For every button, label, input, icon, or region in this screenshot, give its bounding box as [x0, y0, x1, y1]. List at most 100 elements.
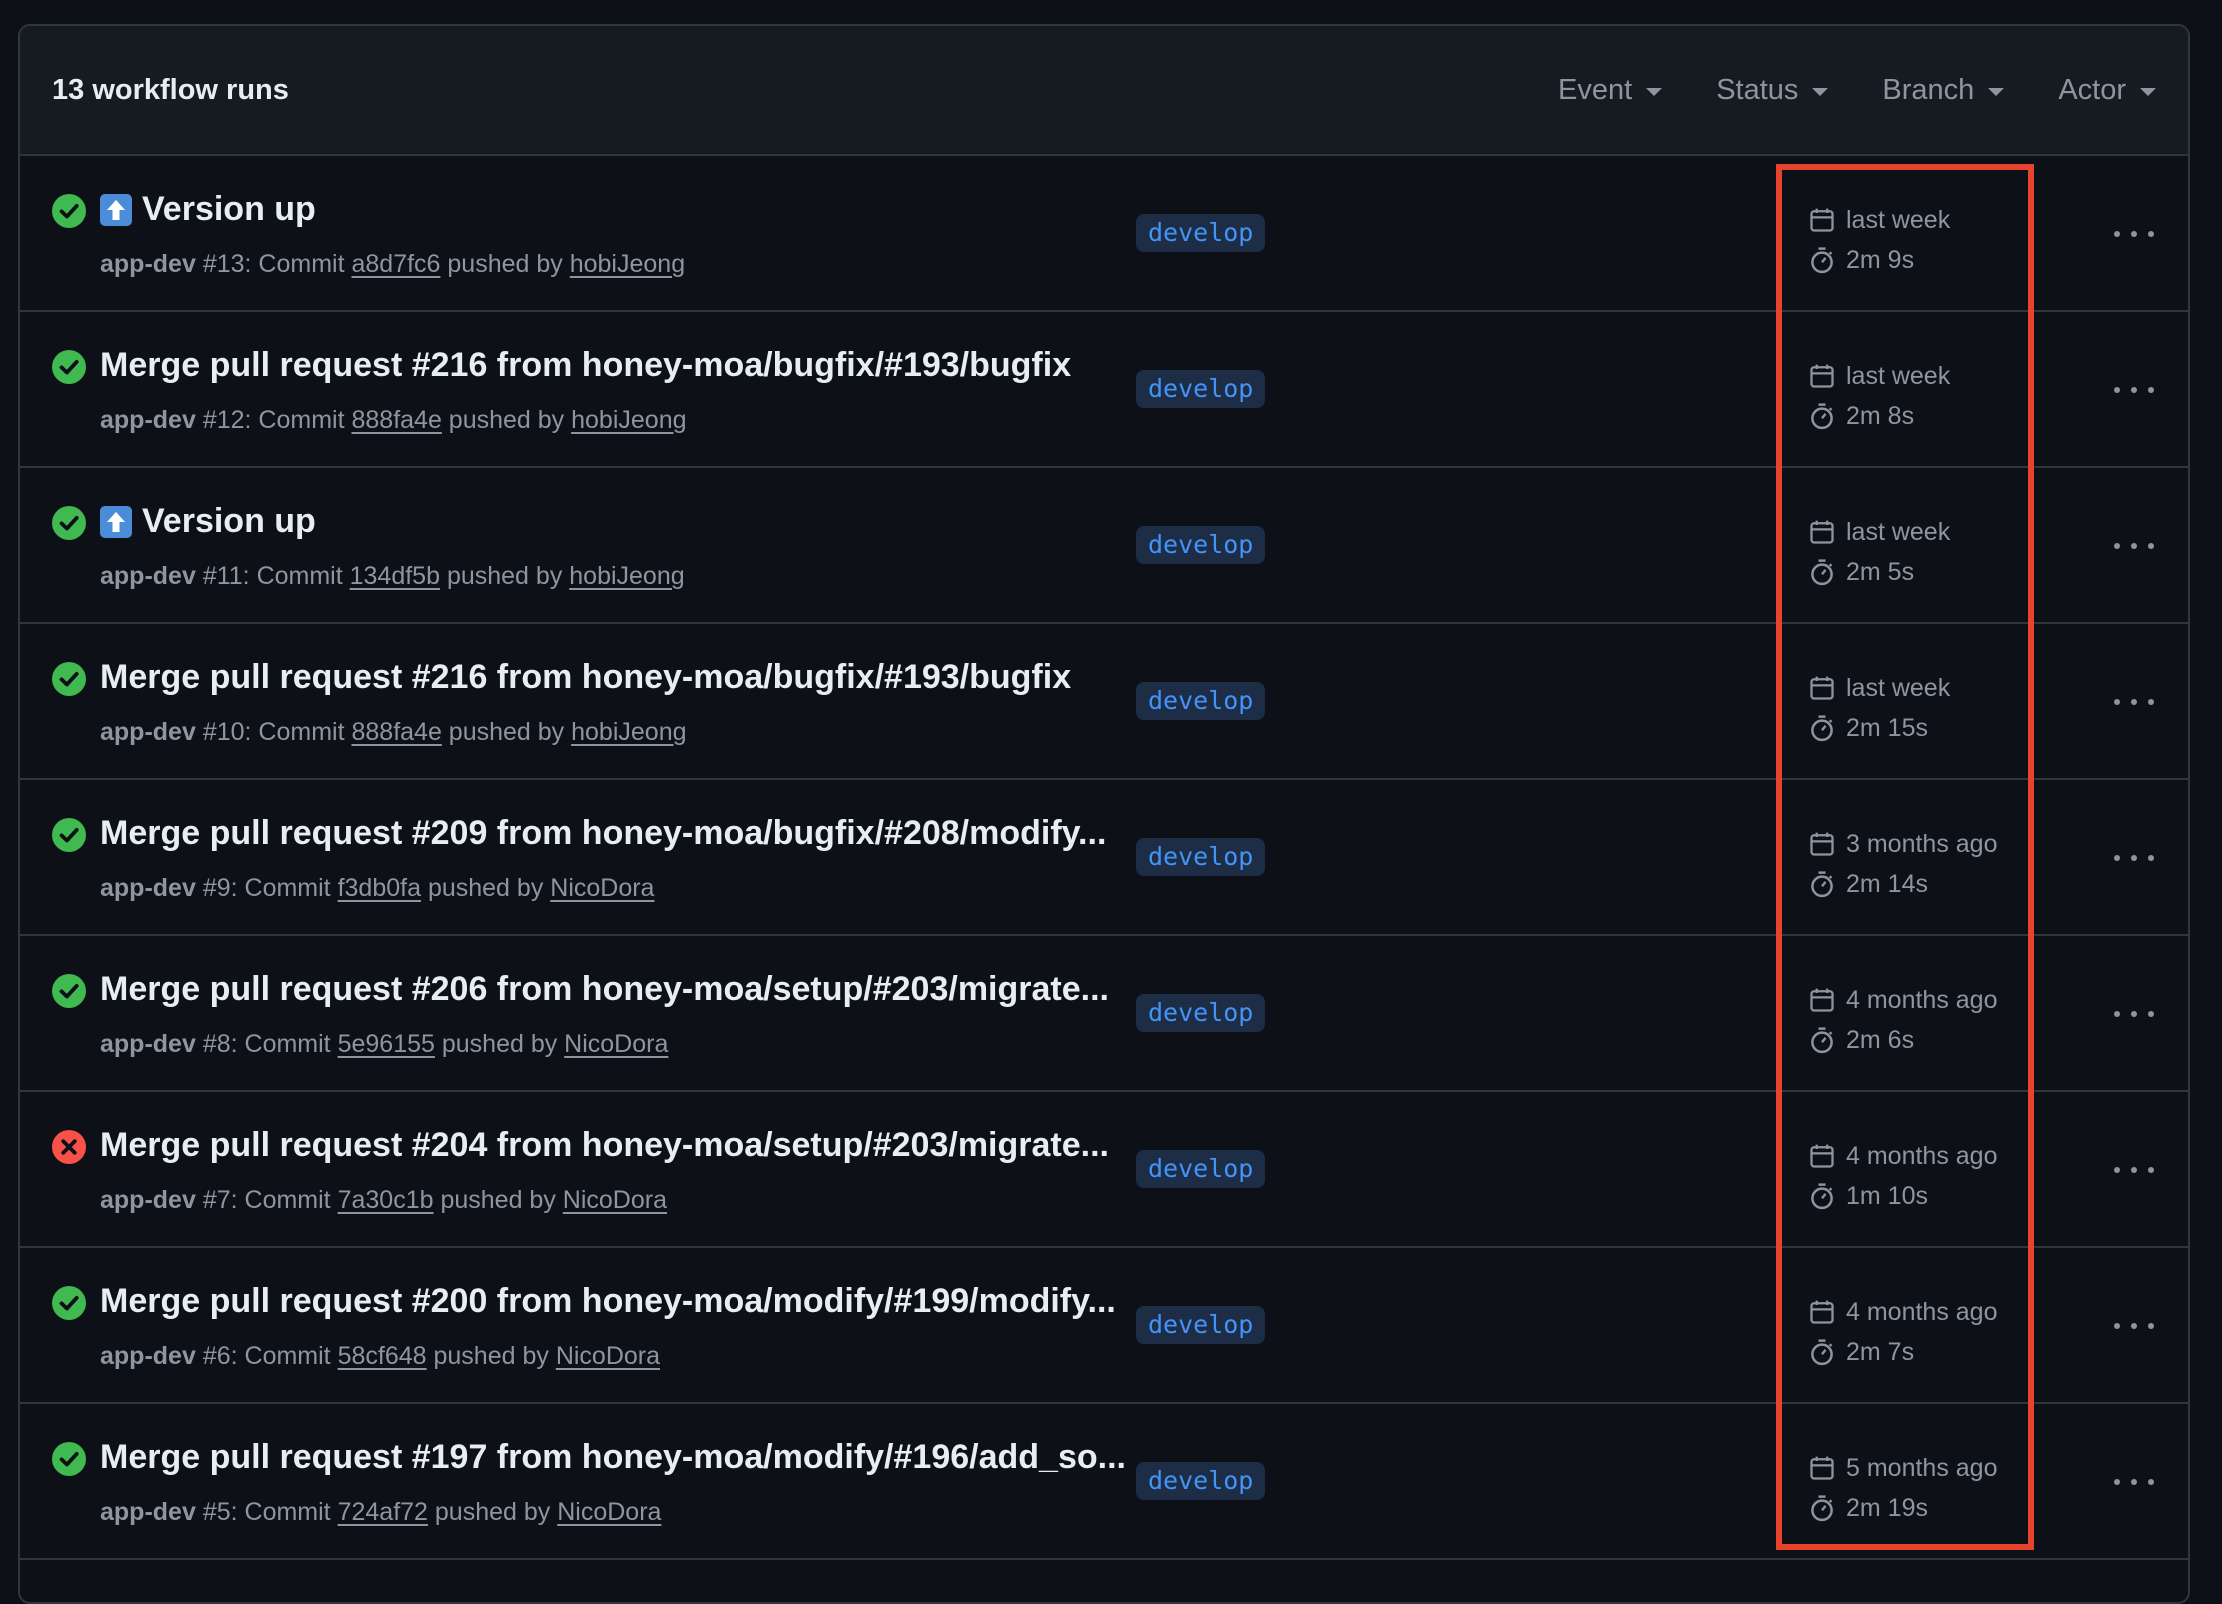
run-timing: last week 2m 5s	[1808, 512, 1950, 592]
branch-label[interactable]: develop	[1136, 1150, 1266, 1188]
run-meta: app-dev #5: Commit 724af72 pushed by Nic…	[100, 1498, 662, 1526]
run-title[interactable]: Version up	[100, 190, 316, 229]
run-meta: app-dev #9: Commit f3db0fa pushed by Nic…	[100, 874, 655, 902]
branch-label[interactable]: develop	[1136, 1306, 1266, 1344]
run-duration: 2m 8s	[1846, 401, 1915, 430]
branch-label[interactable]: develop	[1136, 370, 1266, 408]
run-title[interactable]: Merge pull request #216 from honey-moa/b…	[100, 658, 1071, 697]
run-number: #9	[202, 874, 231, 902]
run-duration: 2m 14s	[1846, 869, 1928, 898]
more-options-button[interactable]	[2114, 526, 2154, 566]
run-title[interactable]: Version up	[100, 502, 316, 541]
kebab-dot-icon	[2148, 855, 2154, 861]
stopwatch-icon	[1808, 558, 1846, 586]
calendar-icon	[1808, 1454, 1846, 1482]
run-meta: app-dev #13: Commit a8d7fc6 pushed by ho…	[100, 250, 686, 278]
run-meta: app-dev #7: Commit 7a30c1b pushed by Nic…	[100, 1186, 667, 1214]
run-duration: 1m 10s	[1846, 1181, 1928, 1210]
actor-link[interactable]: hobiJeong	[570, 250, 685, 278]
commit-link[interactable]: 5e96155	[338, 1030, 435, 1058]
more-options-button[interactable]	[2114, 214, 2154, 254]
workflow-name: app-dev	[100, 562, 196, 590]
up-arrow-icon	[100, 505, 132, 538]
workflow-run-row[interactable]: Version up app-dev #13: Commit a8d7fc6 p…	[20, 156, 2188, 312]
commit-link[interactable]: 134df5b	[350, 562, 440, 590]
kebab-dot-icon	[2148, 231, 2154, 237]
branch-label[interactable]: develop	[1136, 214, 1266, 252]
workflow-run-row[interactable]: Merge pull request #216 from honey-moa/b…	[20, 312, 2188, 468]
kebab-dot-icon	[2114, 699, 2120, 705]
actor-link[interactable]: NicoDora	[557, 1498, 661, 1526]
run-date: last week	[1846, 205, 1951, 234]
more-options-button[interactable]	[2114, 994, 2154, 1034]
runs-header: 13 workflow runs Event Status Branch Act…	[20, 26, 2188, 156]
more-options-button[interactable]	[2114, 370, 2154, 410]
success-check-icon	[52, 194, 86, 228]
kebab-dot-icon	[2114, 1479, 2120, 1485]
run-timing: 3 months ago 2m 14s	[1808, 824, 1998, 904]
commit-link[interactable]: 58cf648	[338, 1342, 427, 1370]
more-options-button[interactable]	[2114, 838, 2154, 878]
kebab-dot-icon	[2114, 855, 2120, 861]
run-duration: 2m 5s	[1846, 557, 1915, 586]
branch-label[interactable]: develop	[1136, 1462, 1266, 1500]
actor-link[interactable]: NicoDora	[564, 1030, 668, 1058]
commit-link[interactable]: 888fa4e	[351, 718, 441, 746]
workflow-run-row[interactable]: Merge pull request #209 from honey-moa/b…	[20, 780, 2188, 936]
run-title[interactable]: Merge pull request #216 from honey-moa/b…	[100, 346, 1071, 385]
stopwatch-icon	[1808, 870, 1846, 898]
workflow-run-row[interactable]: Merge pull request #204 from honey-moa/s…	[20, 1092, 2188, 1248]
more-options-button[interactable]	[2114, 1462, 2154, 1502]
commit-link[interactable]: 888fa4e	[351, 406, 441, 434]
commit-link[interactable]: a8d7fc6	[351, 250, 440, 278]
kebab-dot-icon	[2114, 543, 2120, 549]
workflow-run-row[interactable]: Merge pull request #197 from honey-moa/m…	[20, 1404, 2188, 1560]
branch-label[interactable]: develop	[1136, 682, 1266, 720]
kebab-dot-icon	[2114, 387, 2120, 393]
actor-link[interactable]: hobiJeong	[571, 718, 686, 746]
runs-list: Version up app-dev #13: Commit a8d7fc6 p…	[20, 156, 2188, 1560]
calendar-icon	[1808, 518, 1846, 546]
run-duration: 2m 15s	[1846, 713, 1928, 742]
workflow-runs-panel: 13 workflow runs Event Status Branch Act…	[18, 24, 2190, 1604]
status-filter[interactable]: Status	[1716, 74, 1829, 107]
stopwatch-icon	[1808, 714, 1846, 742]
actor-link[interactable]: NicoDora	[550, 874, 654, 902]
workflow-run-row[interactable]: Merge pull request #216 from honey-moa/b…	[20, 624, 2188, 780]
more-options-button[interactable]	[2114, 1306, 2154, 1346]
more-options-button[interactable]	[2114, 1150, 2154, 1190]
caret-down-icon	[1646, 87, 1663, 96]
commit-link[interactable]: f3db0fa	[338, 874, 421, 902]
run-timing: 4 months ago 1m 10s	[1808, 1136, 1998, 1216]
success-check-icon	[52, 974, 86, 1008]
run-date: 3 months ago	[1846, 829, 1998, 858]
kebab-dot-icon	[2131, 1167, 2137, 1173]
commit-link[interactable]: 7a30c1b	[338, 1186, 434, 1214]
run-title[interactable]: Merge pull request #200 from honey-moa/m…	[100, 1282, 1116, 1321]
run-title[interactable]: Merge pull request #209 from honey-moa/b…	[100, 814, 1106, 853]
branch-label[interactable]: develop	[1136, 526, 1266, 564]
branch-label[interactable]: develop	[1136, 838, 1266, 876]
more-options-button[interactable]	[2114, 682, 2154, 722]
workflow-name: app-dev	[100, 250, 196, 278]
branch-label[interactable]: develop	[1136, 994, 1266, 1032]
actor-link[interactable]: hobiJeong	[569, 562, 684, 590]
actor-link[interactable]: NicoDora	[556, 1342, 660, 1370]
commit-link[interactable]: 724af72	[338, 1498, 428, 1526]
workflow-run-row[interactable]: Merge pull request #200 from honey-moa/m…	[20, 1248, 2188, 1404]
run-title[interactable]: Merge pull request #206 from honey-moa/s…	[100, 970, 1109, 1009]
workflow-name: app-dev	[100, 1186, 196, 1214]
actor-link[interactable]: NicoDora	[563, 1186, 667, 1214]
runs-count: 13 workflow runs	[52, 73, 289, 106]
kebab-dot-icon	[2131, 1011, 2137, 1017]
workflow-run-row[interactable]: Version up app-dev #11: Commit 134df5b p…	[20, 468, 2188, 624]
branch-filter[interactable]: Branch	[1882, 74, 2005, 107]
calendar-icon	[1808, 1298, 1846, 1326]
run-title[interactable]: Merge pull request #204 from honey-moa/s…	[100, 1126, 1109, 1165]
run-title[interactable]: Merge pull request #197 from honey-moa/m…	[100, 1438, 1126, 1477]
actor-filter[interactable]: Actor	[2058, 74, 2156, 107]
event-filter[interactable]: Event	[1558, 74, 1663, 107]
actor-link[interactable]: hobiJeong	[571, 406, 686, 434]
workflow-run-row[interactable]: Merge pull request #206 from honey-moa/s…	[20, 936, 2188, 1092]
kebab-dot-icon	[2114, 231, 2120, 237]
